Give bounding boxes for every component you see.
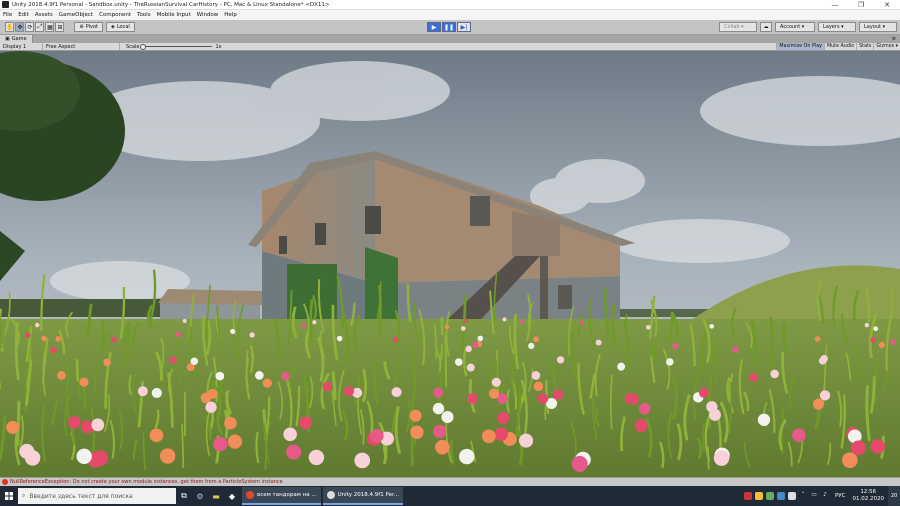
scene-render [0, 51, 900, 477]
status-bar[interactable]: NullReferenceException: Do not create yo… [0, 477, 900, 486]
layers-dropdown[interactable]: Layers ▾ [818, 22, 856, 32]
collab-button[interactable]: Collab ▾ [719, 22, 757, 32]
pivot-toggle[interactable]: ⊕ Pivot [74, 22, 103, 32]
system-tray: ˄ ▭ ♪ РУС 12:56 01.02.2020 20 [743, 486, 900, 506]
display-dropdown[interactable]: Display 1 [0, 43, 43, 50]
menu-window[interactable]: Window [194, 12, 222, 18]
taskbar-task-unity[interactable]: Unity 2018.4.9f1 Per... [322, 487, 403, 505]
mute-audio-toggle[interactable]: Mute Audio [823, 43, 856, 50]
unity-icon [326, 491, 335, 499]
window-title: Unity 2018.4.9f1 Personal - Sandbox.unit… [12, 1, 330, 8]
game-tab-bar: ▣ Game ≡ [0, 35, 900, 43]
tab-game[interactable]: ▣ Game [0, 35, 33, 43]
taskbar-task-chrome[interactable]: всем тандорам на ... [242, 487, 321, 505]
network-icon[interactable]: ▭ [810, 492, 818, 500]
file-explorer-icon[interactable]: ▬ [208, 486, 224, 506]
cloud-icon[interactable]: ☁ [760, 22, 772, 32]
hand-tool-icon[interactable]: ✋ [5, 22, 15, 32]
game-viewport[interactable] [0, 51, 900, 477]
rotate-tool-icon[interactable]: ⟳ [25, 22, 35, 32]
menu-gameobject[interactable]: GameObject [56, 12, 96, 18]
windows-logo-icon [5, 492, 13, 500]
notification-center-button[interactable]: 20 [888, 486, 900, 506]
rect-tool-icon[interactable]: ▦ [45, 22, 55, 32]
title-bar: Unity 2018.4.9f1 Personal - Sandbox.unit… [0, 0, 900, 10]
tray-app-icon[interactable] [776, 492, 785, 500]
scale-slider[interactable] [140, 44, 213, 50]
clock-time: 12:56 [860, 489, 877, 495]
menu-tools[interactable]: Tools [134, 12, 154, 18]
console-error-message: NullReferenceException: Do not create yo… [10, 479, 283, 485]
tray-app-icon[interactable] [754, 492, 763, 500]
transform-tool-icon[interactable]: ⊞ [55, 22, 65, 32]
distant-trees [0, 299, 170, 317]
scale-label: Scale [126, 43, 140, 50]
local-toggle[interactable]: ◈ Local [105, 22, 135, 32]
maximize-on-play-toggle[interactable]: Maximize On Play [776, 43, 824, 50]
notification-count: 20 [890, 493, 898, 499]
maximize-button[interactable]: ❐ [848, 1, 874, 9]
pause-button[interactable]: ❚❚ [442, 22, 456, 32]
error-icon [2, 479, 8, 485]
scale-value: 1x [215, 43, 222, 50]
aspect-dropdown[interactable]: Free Aspect [43, 43, 120, 50]
menu-help[interactable]: Help [221, 12, 240, 18]
chevron-up-icon[interactable]: ˄ [799, 492, 807, 500]
language-indicator[interactable]: РУС [835, 493, 846, 499]
game-view-controls: Display 1 Free Aspect Scale 1x Maximize … [0, 43, 900, 51]
scale-control: Scale 1x [126, 44, 222, 50]
menu-assets[interactable]: Assets [32, 12, 56, 18]
layout-dropdown[interactable]: Layout ▾ [859, 22, 897, 32]
play-button[interactable]: ▶ [427, 22, 441, 32]
search-icon: ⌕ [22, 492, 26, 499]
menu-bar: File Edit Assets GameObject Component To… [0, 10, 900, 20]
account-dropdown[interactable]: Account ▾ [775, 22, 815, 32]
main-toolbar: ✋ ✥ ⟳ ⤢ ▦ ⊞ ⊕ Pivot ◈ Local ▶ ❚❚ ▶| Coll… [0, 20, 900, 35]
menu-component[interactable]: Component [96, 12, 134, 18]
unity-hub-icon[interactable]: ◆ [224, 486, 240, 506]
game-view-icon: ▣ [5, 36, 10, 42]
tab-menu-icon[interactable]: ≡ [892, 36, 896, 42]
local-icon: ◈ [110, 24, 115, 30]
volume-icon[interactable]: ♪ [821, 492, 829, 500]
windows-taskbar: ⌕ Введите здесь текст для поиска ⧉ ⚙ ▬ ◆… [0, 486, 900, 506]
tray-app-icon[interactable] [787, 492, 796, 500]
pivot-icon: ⊕ [79, 24, 84, 30]
chrome-icon [246, 491, 254, 499]
stats-toggle[interactable]: Stats [856, 43, 873, 50]
menu-mobile-input[interactable]: Mobile Input [154, 12, 194, 18]
steam-icon[interactable]: ⚙ [192, 486, 208, 506]
unity-logo-icon [2, 1, 9, 8]
taskbar-clock[interactable]: 12:56 01.02.2020 [853, 489, 885, 503]
menu-file[interactable]: File [0, 12, 15, 18]
taskbar-search-input[interactable]: ⌕ Введите здесь текст для поиска [18, 488, 176, 504]
tray-app-icon[interactable] [743, 492, 752, 500]
close-button[interactable]: ✕ [874, 1, 900, 9]
step-button[interactable]: ▶| [457, 22, 471, 32]
tray-app-icon[interactable] [765, 492, 774, 500]
task-view-icon[interactable]: ⧉ [176, 486, 192, 506]
scale-tool-icon[interactable]: ⤢ [35, 22, 45, 32]
gizmos-dropdown[interactable]: Gizmos ▾ [873, 43, 900, 50]
clock-date: 01.02.2020 [852, 496, 885, 502]
start-button[interactable] [0, 486, 18, 506]
menu-edit[interactable]: Edit [15, 12, 32, 18]
minimize-button[interactable]: — [822, 1, 848, 9]
move-tool-icon[interactable]: ✥ [15, 22, 25, 32]
